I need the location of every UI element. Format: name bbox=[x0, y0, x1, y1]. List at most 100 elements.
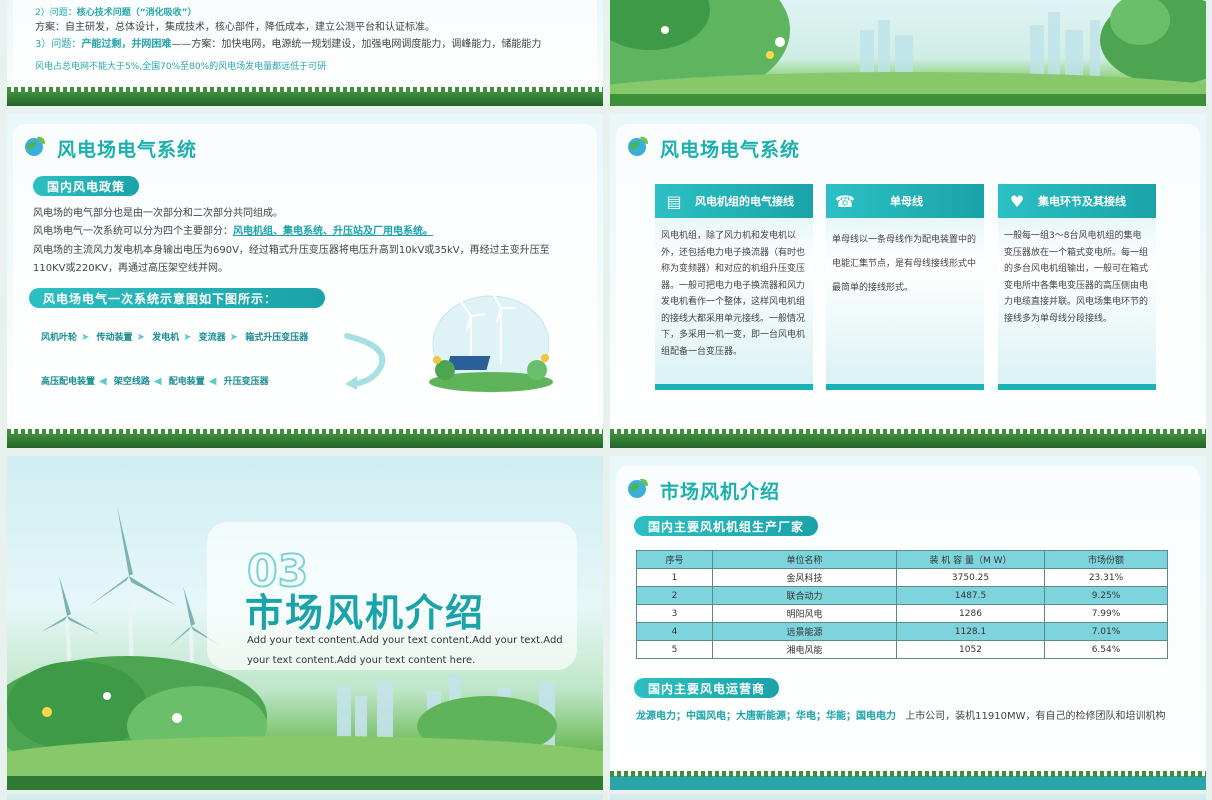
table-cell: 1487.5 bbox=[896, 586, 1045, 605]
table-cell: 23.31% bbox=[1044, 568, 1168, 587]
section-sub1: Add your text content.Add your text cont… bbox=[247, 635, 563, 646]
line1-prefix: 2）问题： bbox=[35, 8, 77, 18]
flow-step: 发电机 bbox=[152, 333, 180, 343]
table-cell: 7.99% bbox=[1044, 604, 1168, 623]
slide-5[interactable]: 03 市场风机介绍 Add your text content.Add your… bbox=[7, 456, 603, 790]
flow-step: 高压配电装置 bbox=[41, 377, 96, 387]
column-title: 单母线 bbox=[890, 195, 923, 208]
notebook-icon: ▤ bbox=[666, 191, 682, 211]
policy-p4: 110KV或220KV，再通过高压架空线并网。 bbox=[33, 263, 228, 274]
column-text: 单母线以一条母线作为配电装置中的电能汇集节点，是有母线接线形式中最简单的接线形式… bbox=[832, 235, 977, 293]
arrow-right-icon: ➤ bbox=[229, 332, 239, 343]
policy-p2-prefix: 风电场电气一次系统可以分为四个主要部分： bbox=[33, 226, 233, 237]
arrow-left-icon: ◀ bbox=[99, 376, 107, 387]
policy-p3: 风电场的主流风力发电机本身输出电压为690V，经过箱式升压变压器将电压升高到10… bbox=[33, 245, 550, 256]
table-header-cell: 序号 bbox=[636, 550, 713, 569]
slide-3-title: 风电场电气系统 bbox=[57, 139, 198, 161]
slide-6-title: 市场风机介绍 bbox=[660, 481, 781, 503]
flow-row-2: 高压配电装置 ◀ 架空线路 ◀ 配电装置 ◀ 升压变压器 bbox=[41, 374, 269, 387]
table-cell: 9.25% bbox=[1044, 586, 1168, 605]
table-header-row: 序号 单位名称 装 机 容 量（M W） 市场份额 bbox=[636, 550, 1168, 569]
operators-names: 龙源电力；中国风电；大唐新能源；华电；华能；国电电力 bbox=[636, 711, 896, 722]
policy-pill: 国内风电政策 bbox=[33, 176, 140, 196]
table-cell: 湘电风能 bbox=[712, 640, 897, 659]
grass-strip bbox=[7, 429, 603, 448]
arrow-left-icon: ◀ bbox=[153, 376, 162, 387]
heart-icon: ♥ bbox=[1009, 191, 1025, 211]
table-row: 5 湘电风能 1052 6.54% bbox=[636, 640, 1168, 659]
diagram-pill: 风电场电气一次系统示意图如下图所示： bbox=[29, 288, 325, 308]
line3-bold: 产能过剩，并网困难 bbox=[81, 39, 172, 50]
column-header: ▤ 风电机组的电气接线 bbox=[655, 184, 813, 218]
column-card: ♥ 集电环节及其接线 一般每一组3～8台风电机组的集电变压器放在一个箱式变电所。… bbox=[998, 184, 1156, 390]
slide-7-edge bbox=[7, 794, 603, 800]
column-text: 一般每一组3～8台风电机组的集电变压器放在一个箱式变电所。每一组的多台风电机组输… bbox=[1004, 231, 1149, 324]
manufacturers-pill: 国内主要风机机组生产厂家 bbox=[634, 516, 819, 536]
grass-strip bbox=[7, 87, 603, 106]
table-cell: 金风科技 bbox=[712, 568, 897, 587]
arrow-right-icon: ➤ bbox=[183, 332, 192, 343]
column-card: ☎ 单母线 单母线以一条母线作为配电装置中的电能汇集节点，是有母线接线形式中最简… bbox=[826, 184, 984, 390]
table-cell: 1052 bbox=[896, 640, 1045, 659]
line3-rest: ——方案：加快电网，电源统一规划建设，加强电网调度能力，调峰能力，储能能力 bbox=[171, 39, 542, 50]
table-cell: 3750.25 bbox=[896, 568, 1045, 587]
column-text: 风电机组，除了风力机和发电机以外，还包括电力电子换流器（有时也称为变频器）和对应… bbox=[661, 231, 806, 357]
flow-row-1: 风机叶轮 ➤ 传动装置 ➤ 发电机 ➤ 变流器 ➤ 箱式升压变压器 bbox=[41, 330, 308, 343]
operators-line: 龙源电力；中国风电；大唐新能源；华电；华能；国电电力 上市公司，装机11910M… bbox=[636, 708, 1166, 726]
operators-pill: 国内主要风电运营商 bbox=[634, 678, 780, 698]
manufacturers-table: 序号 单位名称 装 机 容 量（M W） 市场份额 1 金风科技 3750.25 23… bbox=[636, 550, 1168, 659]
slide-1[interactable]: 2）问题：核心技术问题（“消化吸收”） 方案：自主研发，总体设计，集成技术，核心… bbox=[7, 0, 603, 106]
footer-strip bbox=[610, 771, 1206, 790]
table-cell: 远景能源 bbox=[712, 622, 897, 641]
landscape-illustration bbox=[610, 0, 1206, 106]
table-cell: 1128.1 bbox=[896, 622, 1045, 641]
table-cell: 3 bbox=[636, 604, 713, 623]
table-cell: 2 bbox=[636, 586, 713, 605]
slide-8-edge bbox=[610, 794, 1206, 800]
policy-p1: 风电场的电气部分也是由一次部分和二次部分共同组成。 bbox=[33, 208, 283, 219]
table-header-cell: 装 机 容 量（M W） bbox=[896, 550, 1045, 569]
slide-2[interactable] bbox=[610, 0, 1206, 106]
flow-step: 架空线路 bbox=[113, 377, 150, 387]
table-row: 4 远景能源 1128.1 7.01% bbox=[636, 622, 1168, 641]
table-cell: 联合动力 bbox=[712, 586, 897, 605]
column-header: ♥ 集电环节及其接线 bbox=[998, 184, 1156, 218]
section-title: 市场风机介绍 bbox=[245, 591, 486, 635]
flow-step: 箱式升压变压器 bbox=[245, 333, 309, 343]
flow-step: 变流器 bbox=[198, 333, 226, 343]
flow-step: 升压变压器 bbox=[223, 377, 269, 387]
table-row: 3 明阳风电 1286 7.99% bbox=[636, 604, 1168, 623]
line1-bold: 核心技术问题（“消化吸收”） bbox=[76, 8, 197, 18]
column-title: 风电机组的电气接线 bbox=[695, 195, 794, 208]
table-row: 2 联合动力 1487.5 9.25% bbox=[636, 586, 1168, 605]
line3-prefix: 3）问题： bbox=[35, 39, 82, 50]
column-footer-bar bbox=[998, 384, 1156, 390]
wind-solar-illustration bbox=[429, 293, 553, 393]
arrow-right-icon: ➤ bbox=[81, 332, 90, 343]
table-cell: 明阳风电 bbox=[712, 604, 897, 623]
policy-p2: 风电场电气一次系统可以分为四个主要部分：风电机组、集电系统、升压站及厂用电系统。 bbox=[33, 223, 433, 241]
flow-step: 配电装置 bbox=[168, 377, 205, 387]
table-cell: 6.54% bbox=[1044, 640, 1168, 659]
table-row: 1 金风科技 3750.25 23.31% bbox=[636, 568, 1168, 587]
slides-canvas: 2）问题：核心技术问题（“消化吸收”） 方案：自主研发，总体设计，集成技术，核心… bbox=[0, 0, 1212, 800]
section-sub2: your text content.Add your text content … bbox=[247, 655, 476, 666]
slide-4[interactable]: 风电场电气系统 ▤ 风电机组的电气接线 风电机组，除了风力机和发电机以外，还包括… bbox=[610, 114, 1206, 448]
column-title: 集电环节及其接线 bbox=[1038, 195, 1126, 208]
column-footer-bar bbox=[826, 384, 984, 390]
table-cell: 4 bbox=[636, 622, 713, 641]
earth-leaf-icon bbox=[628, 136, 648, 156]
slide-1-note: 风电占总电网不能大于5%,全国70%至80%的风电场发电量都远低于可研 bbox=[35, 62, 327, 72]
arrow-right-icon: ➤ bbox=[136, 332, 145, 343]
table-cell: 1286 bbox=[896, 604, 1045, 623]
table-cell: 5 bbox=[636, 640, 713, 659]
slide-4-title: 风电场电气系统 bbox=[660, 139, 801, 161]
telephone-icon: ☎ bbox=[835, 191, 855, 211]
slide-3[interactable]: 风电场电气系统 国内风电政策 风电场的电气部分也是由一次部分和二次部分共同组成。… bbox=[7, 114, 603, 448]
slide-1-line2: 方案：自主研发，总体设计，集成技术，核心部件，降低成本，建立公测平台和认证标准。 bbox=[35, 22, 435, 33]
slide-6[interactable]: 市场风机介绍 国内主要风机机组生产厂家 序号 单位名称 装 机 容 量（M W）… bbox=[610, 456, 1206, 790]
column-footer-bar bbox=[655, 384, 813, 390]
earth-leaf-icon bbox=[25, 136, 45, 156]
table-cell: 1 bbox=[636, 568, 713, 587]
flow-step: 风机叶轮 bbox=[41, 333, 78, 343]
